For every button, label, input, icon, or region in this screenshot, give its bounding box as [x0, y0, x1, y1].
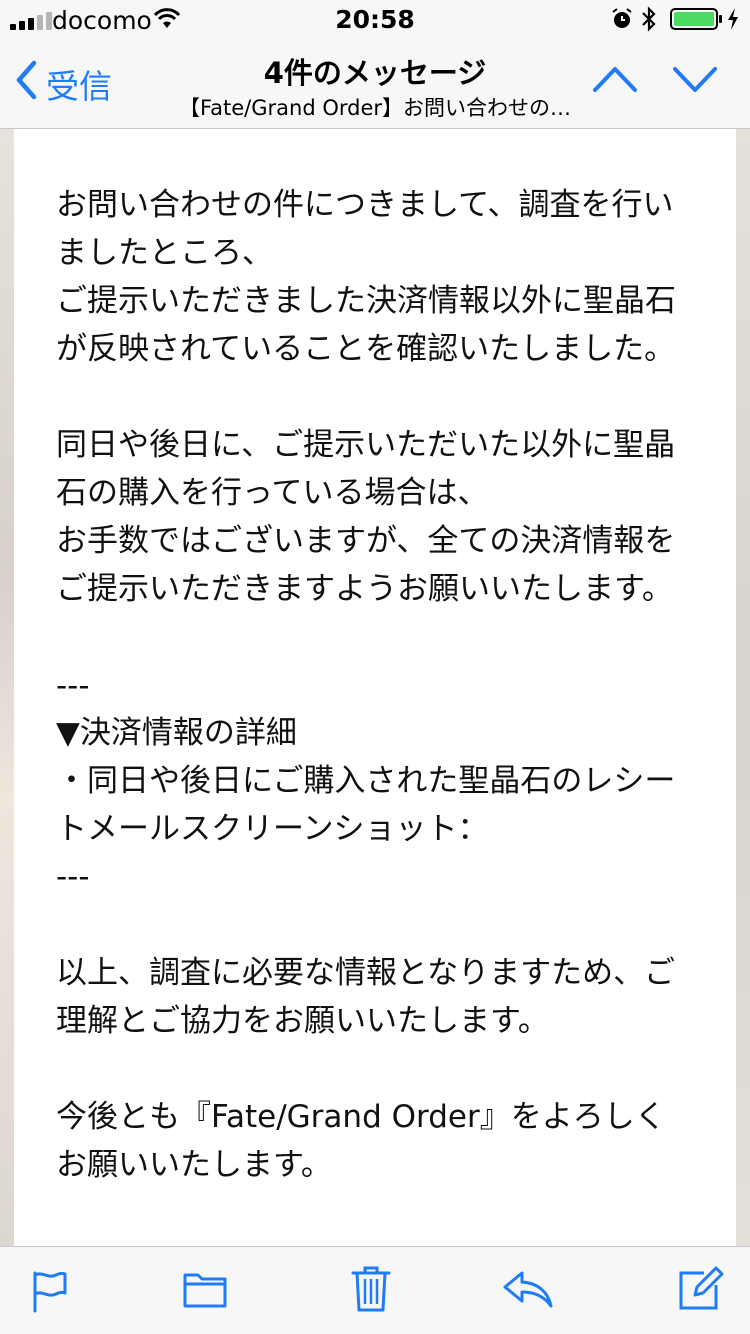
body-line: お手数ではございますが、全ての決済情報を	[56, 523, 676, 559]
body-line: ・同日や後日にご購入された聖晶石のレシー	[56, 763, 676, 799]
reply-icon[interactable]	[502, 1269, 554, 1313]
chevron-left-icon	[14, 60, 38, 108]
navigation-bar: 受信 4件のメッセージ 【Fate/Grand Order】お問い合わせの…	[0, 40, 750, 129]
next-message-button[interactable]	[672, 64, 718, 98]
charging-icon	[725, 6, 741, 38]
body-line: ---	[56, 859, 90, 895]
bluetooth-icon	[640, 5, 658, 39]
body-line: お問い合わせの件につきまして、調査を行い	[56, 187, 674, 223]
battery-icon	[670, 8, 722, 30]
message-subject: 【Fate/Grand Order】お問い合わせの…	[178, 96, 572, 120]
back-button-label: 受信	[46, 67, 112, 106]
chevron-down-icon	[673, 67, 717, 92]
status-time: 20:58	[335, 5, 415, 34]
body-line: ご提示いただきました決済情報以外に聖晶石	[56, 283, 676, 319]
mail-screen: docomo 20:58 受信 4件のメッセージ 【Fate/Grand Ord…	[0, 0, 750, 1334]
flag-icon[interactable]	[30, 1269, 70, 1317]
chevron-up-icon	[593, 67, 637, 92]
body-line: ましたところ、	[56, 235, 273, 271]
alarm-icon	[610, 7, 634, 37]
trash-icon[interactable]	[350, 1265, 392, 1317]
body-line: 同日や後日に、ご提示いただいた以外に聖晶	[56, 427, 676, 463]
body-line: ご提示いただきますようお願いいたします。	[56, 571, 673, 607]
folder-icon[interactable]	[182, 1269, 228, 1313]
message-body[interactable]: お問い合わせの件につきまして、調査を行い ましたところ、 ご提示いただきました決…	[14, 129, 736, 1246]
status-bar: docomo 20:58	[0, 0, 750, 40]
compose-icon[interactable]	[678, 1265, 724, 1315]
body-line: 石の購入を行っている場合は、	[56, 475, 489, 511]
previous-message-button[interactable]	[592, 64, 638, 98]
body-line-cutoff	[56, 1229, 576, 1246]
background-edge-left	[0, 129, 14, 1246]
body-line: お願いいたします。	[56, 1147, 332, 1183]
page-title: 4件のメッセージ	[263, 56, 487, 90]
body-line: 以上、調査に必要な情報となりますため、ご	[56, 955, 676, 991]
body-line: が反映されていることを確認いたしました。	[56, 331, 676, 367]
body-line: トメールスクリーンショット：	[56, 811, 489, 847]
body-line: 今後とも『Fate/Grand Order』をよろしく	[56, 1099, 666, 1135]
back-button[interactable]: 受信	[14, 60, 112, 108]
bottom-toolbar	[0, 1246, 750, 1334]
body-line: ---	[56, 668, 90, 704]
background-edge-right	[736, 129, 750, 1246]
body-line: ▼決済情報の詳細	[56, 715, 297, 751]
body-line: 理解とご協力をお願いいたします。	[56, 1003, 549, 1039]
